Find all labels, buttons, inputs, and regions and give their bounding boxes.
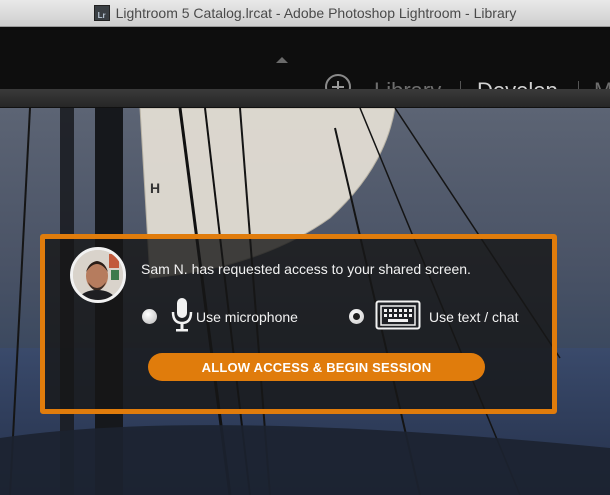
- microphone-option-label[interactable]: Use microphone: [196, 309, 298, 325]
- access-request-message: Sam N. has requested access to your shar…: [141, 261, 471, 277]
- text-chat-option-label[interactable]: Use text / chat: [429, 309, 518, 325]
- collapse-panel-arrow-icon[interactable]: [276, 57, 288, 63]
- svg-text:H: H: [150, 180, 160, 196]
- requester-avatar: [70, 247, 126, 303]
- window-title: Lightroom 5 Catalog.lrcat - Adobe Photos…: [115, 5, 517, 21]
- lightroom-app-icon: Lr: [93, 5, 110, 21]
- microphone-icon: [171, 298, 193, 332]
- allow-access-button[interactable]: ALLOW ACCESS & BEGIN SESSION: [148, 353, 485, 381]
- window-title-bar: Lr Lightroom 5 Catalog.lrcat - Adobe Pho…: [0, 0, 610, 27]
- person-photo-icon: [73, 250, 123, 300]
- screen-share-request-dialog: Sam N. has requested access to your shar…: [40, 234, 557, 414]
- microphone-radio[interactable]: [142, 309, 157, 324]
- module-picker-bar: Library Develop M: [0, 27, 610, 103]
- panel-divider: [0, 89, 610, 108]
- keyboard-icon: [375, 300, 421, 330]
- text-chat-radio[interactable]: [349, 309, 364, 324]
